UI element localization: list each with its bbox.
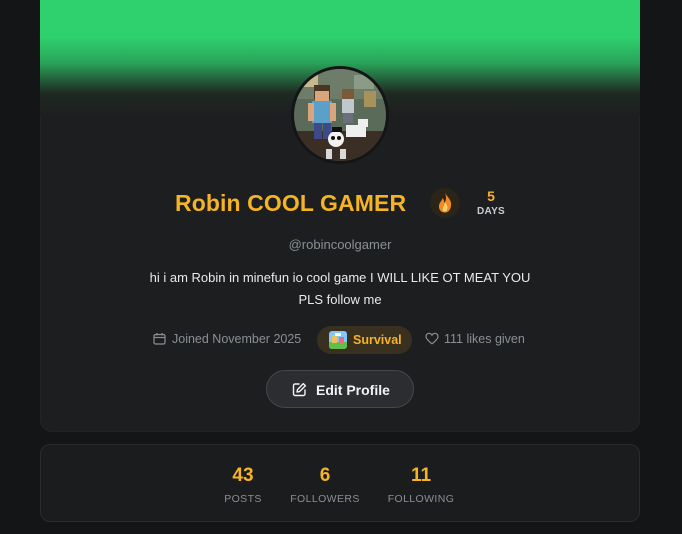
profile-page: Robin COOL GAMER 5 DAYS @robincoolgamer … — [0, 0, 682, 534]
game-mode-label: Survival — [353, 333, 402, 347]
followers-count: 6 — [319, 465, 331, 486]
username: @robincoolgamer — [288, 237, 392, 252]
bio: hi i am Robin in minefun io cool game I … — [149, 270, 531, 307]
display-name: Robin COOL GAMER — [175, 190, 407, 216]
heart-icon — [425, 332, 439, 348]
stat-posts[interactable]: 43 POSTS — [217, 465, 269, 505]
joined-date: Joined November 2025 — [153, 332, 301, 348]
calendar-icon — [153, 332, 166, 348]
edit-icon — [292, 382, 307, 400]
game-mode-badge[interactable]: Survival — [317, 326, 412, 354]
streak-count: 5 — [487, 188, 495, 204]
survival-mode-icon — [329, 331, 347, 349]
posts-label: POSTS — [224, 493, 262, 505]
posts-count: 43 — [232, 465, 254, 486]
stat-following[interactable]: 11 FOLLOWING — [383, 465, 459, 505]
meta-row: Joined November 2025 Survival 111 likes … — [40, 326, 640, 354]
likes-label: 111 likes given — [444, 332, 525, 346]
following-count: 11 — [410, 465, 432, 486]
profile-card: Robin COOL GAMER 5 DAYS @robincoolgamer … — [40, 0, 640, 432]
name-row: Robin COOL GAMER 5 DAYS — [40, 184, 640, 228]
stat-followers[interactable]: 6 FOLLOWERS — [287, 465, 363, 505]
stats-card: 43 POSTS 6 FOLLOWERS 11 FOLLOWING — [40, 444, 640, 522]
fire-icon — [430, 188, 460, 218]
likes-given: 111 likes given — [425, 332, 525, 348]
edit-profile-button[interactable]: Edit Profile — [266, 370, 414, 408]
joined-label: Joined November 2025 — [172, 332, 302, 346]
avatar[interactable] — [291, 66, 389, 164]
edit-profile-label: Edit Profile — [316, 382, 390, 398]
following-label: FOLLOWING — [387, 493, 455, 505]
streak-unit: DAYS — [476, 206, 506, 217]
followers-label: FOLLOWERS — [290, 493, 360, 505]
